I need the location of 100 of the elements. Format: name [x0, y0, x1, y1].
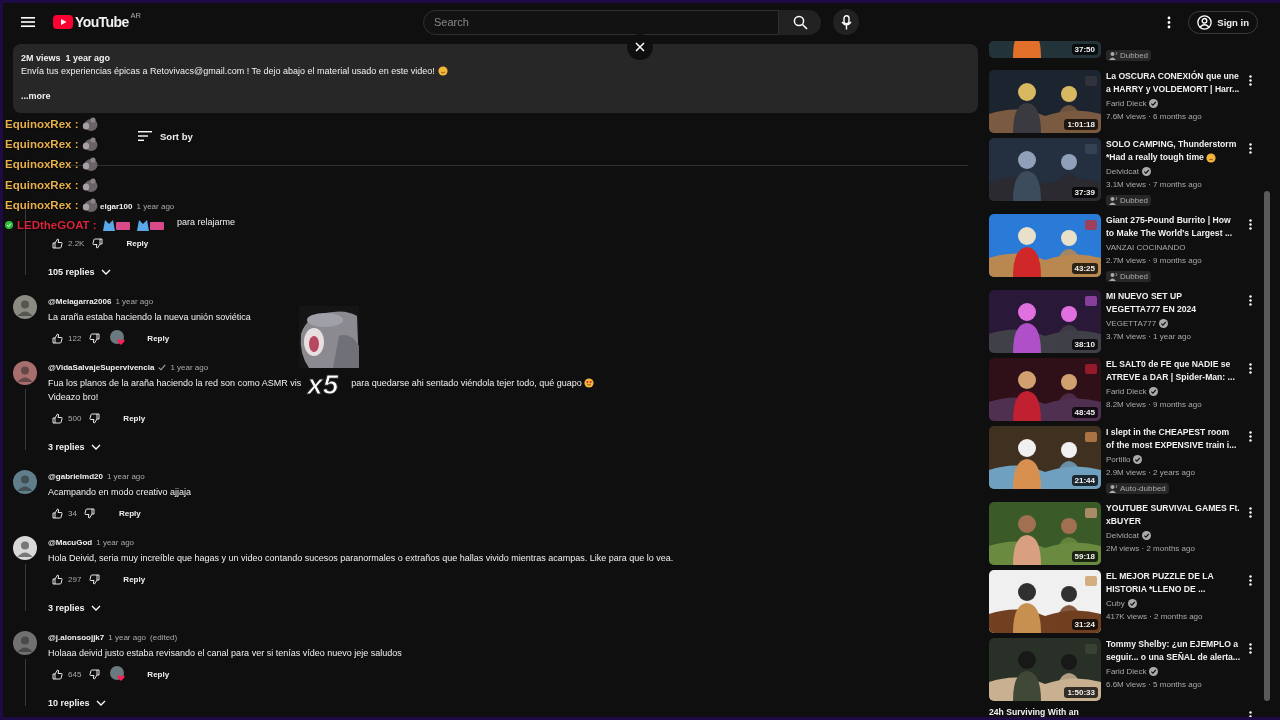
avatar[interactable]	[13, 295, 37, 319]
video-title[interactable]: I slept in the CHEAPEST room	[1106, 426, 1230, 439]
replies-toggle[interactable]: 3 replies	[48, 438, 101, 456]
video-title[interactable]: ATREVE a DAR | Spider-Man: ...	[1106, 371, 1235, 384]
comment-text: Holaaa deivid justo estaba revisando el canal para ver si tenías vídeo nuevo jeje saludos	[48, 647, 402, 660]
reply-button[interactable]: Reply	[141, 665, 176, 683]
channel-name[interactable]: Deividcat	[1106, 529, 1139, 542]
microphone-icon	[840, 14, 852, 30]
video-title[interactable]: EL MEJOR PUZZLE DE LA	[1106, 570, 1214, 583]
chat-username: EquinoxRex :	[5, 118, 79, 131]
reply-button[interactable]: Reply	[120, 234, 155, 252]
video-title[interactable]: a HARRY y VOLDEMORT | Harr...	[1106, 83, 1240, 96]
video-title[interactable]: EL SALT0 de FE que NADIE se	[1106, 358, 1231, 371]
video-title[interactable]: of the most EXPENSIVE train i...	[1106, 439, 1237, 452]
user-icon	[1197, 14, 1213, 30]
video-stats: 2.7M views · 9 months ago	[1106, 255, 1203, 267]
video-title[interactable]: to Make The World's Largest ...	[1106, 227, 1233, 240]
verified-icon	[1149, 99, 1159, 108]
channel-name[interactable]: VEGETTA777	[1106, 317, 1157, 330]
verified-icon	[1141, 167, 1151, 176]
thumbs-up-icon	[51, 573, 63, 585]
video-title[interactable]: HISTORIA *LLENO DE ...	[1106, 583, 1206, 596]
video-title[interactable]: seguir... o una SEÑAL de alerta...	[1106, 651, 1241, 664]
comment-author[interactable]: elgar100	[100, 201, 133, 211]
comment-author[interactable]: @Melagarra2006	[48, 296, 112, 306]
voice-search-button[interactable]	[833, 9, 859, 35]
video-title[interactable]: VEGETTA777 EN 2024	[1106, 303, 1197, 316]
channel-name[interactable]: Portillo	[1106, 453, 1131, 466]
comment-text: para quedarse ahi sentado viéndola tejer todo, qué guapo	[351, 377, 582, 390]
search-button[interactable]	[779, 9, 821, 35]
comment-text: Acampando en modo creativo ajjaja	[48, 486, 192, 499]
emoji-icon	[1205, 152, 1216, 163]
dubbing-icon	[1109, 484, 1118, 493]
thumbs-up-icon	[51, 412, 63, 424]
video-title[interactable]: MI NUEVO SET UP	[1106, 290, 1182, 303]
chat-username: EquinoxRex :	[5, 178, 79, 191]
verified-icon	[1127, 599, 1137, 608]
channel-name[interactable]: Farid Dieck	[1106, 665, 1147, 678]
channel-name[interactable]: Farid Dieck	[1106, 97, 1147, 110]
like-count: 122	[68, 333, 82, 343]
badge-icon	[5, 221, 13, 230]
replies-toggle[interactable]: 3 replies	[48, 599, 101, 617]
comment-time[interactable]: 1 year ago	[115, 296, 154, 306]
menu-icon	[21, 16, 35, 28]
video-title[interactable]: Tommy Shelby: ¿un EJEMPLO a	[1106, 638, 1239, 651]
chat-username: EquinoxRex :	[5, 158, 79, 171]
channel-name[interactable]: VANZAI COCINANDO	[1106, 241, 1186, 254]
avatar[interactable]	[13, 536, 37, 560]
show-more-link[interactable]: ...more	[21, 90, 51, 102]
comment-time[interactable]: 1 year ago	[96, 537, 135, 547]
sort-button[interactable]: Sort by	[138, 128, 193, 144]
more-icon	[1248, 362, 1252, 374]
video-title[interactable]: Giant 275-Pound Burrito | How	[1106, 214, 1231, 227]
chat-username: EquinoxRex :	[5, 198, 79, 211]
comment-time[interactable]: 1 year ago	[136, 201, 175, 211]
video-title[interactable]: La OSCURA CONEXIÓN que une	[1106, 70, 1239, 83]
video-stats: 2.9M views · 2 years ago	[1106, 467, 1196, 479]
thumbs-up-icon	[51, 668, 63, 680]
reply-button[interactable]: Reply	[117, 409, 152, 427]
sort-icon	[138, 131, 152, 141]
thumbs-down-icon	[88, 668, 100, 680]
chat-username: EquinoxRex :	[5, 138, 79, 151]
reply-button[interactable]: Reply	[141, 329, 176, 347]
comment-author[interactable]: @j.alonsoojjk7	[48, 632, 105, 642]
video-title[interactable]: 24h Surviving With an	[989, 706, 1079, 717]
comment-time[interactable]: 1 year ago	[108, 632, 147, 642]
dubbing-icon	[1109, 51, 1118, 60]
video-duration: 1:50:33	[1064, 687, 1098, 698]
logo-icon[interactable]	[53, 15, 73, 29]
replies-toggle[interactable]: 105 replies	[48, 263, 111, 281]
video-title[interactable]: xBUYER	[1106, 515, 1141, 528]
video-title[interactable]: SOLO CAMPING, Thunderstorm	[1106, 138, 1237, 151]
chevron-down-icon	[100, 269, 111, 275]
video-stats: 8.2M views · 9 months ago	[1106, 399, 1203, 411]
thumbs-up-icon	[51, 507, 63, 519]
replies-toggle[interactable]: 10 replies	[48, 694, 106, 712]
more-icon	[1248, 74, 1252, 86]
sticker-label: x5	[307, 370, 339, 400]
video-duration: 43:25	[1071, 263, 1098, 274]
thumbs-up-icon	[51, 332, 63, 344]
comment-time[interactable]: 1 year ago	[106, 471, 145, 481]
logo-text[interactable]: YouTube	[75, 14, 129, 30]
scrollbar-thumb[interactable]	[1264, 191, 1270, 701]
verified-icon	[1141, 531, 1151, 540]
like-count: 2.2K	[68, 238, 85, 248]
video-title[interactable]: *Had a really tough time	[1106, 151, 1204, 164]
reply-button[interactable]: Reply	[112, 504, 147, 522]
comment-author[interactable]: @gabrielmd20	[48, 471, 103, 481]
description-box[interactable]: 2M views 1 year ago Envía tus experiencias épicas a Retovivacs@gmail.com ! Te dejo abajo el material usado en este video! ...more	[13, 44, 978, 113]
comment-author[interactable]: @MacuGod	[48, 537, 93, 547]
search-field[interactable]: Search	[423, 9, 779, 35]
description-text: Envía tus experiencias épicas a Retovivacs@gmail.com ! Te dejo abajo el material usado en este video!	[21, 65, 435, 78]
comment-time[interactable]: 1 year ago	[170, 362, 209, 372]
view-count: 2M views	[21, 52, 61, 64]
reply-button[interactable]: Reply	[117, 570, 152, 588]
channel-name[interactable]: Cuby	[1106, 597, 1125, 610]
video-title[interactable]: YOUTUBE SURVIVAL GAMES Ft.	[1106, 502, 1240, 515]
channel-name[interactable]: Deividcat	[1106, 165, 1139, 178]
comment-author[interactable]: @VidaSalvajeSupervivencia	[48, 362, 155, 372]
channel-name[interactable]: Farid Dieck	[1106, 385, 1147, 398]
